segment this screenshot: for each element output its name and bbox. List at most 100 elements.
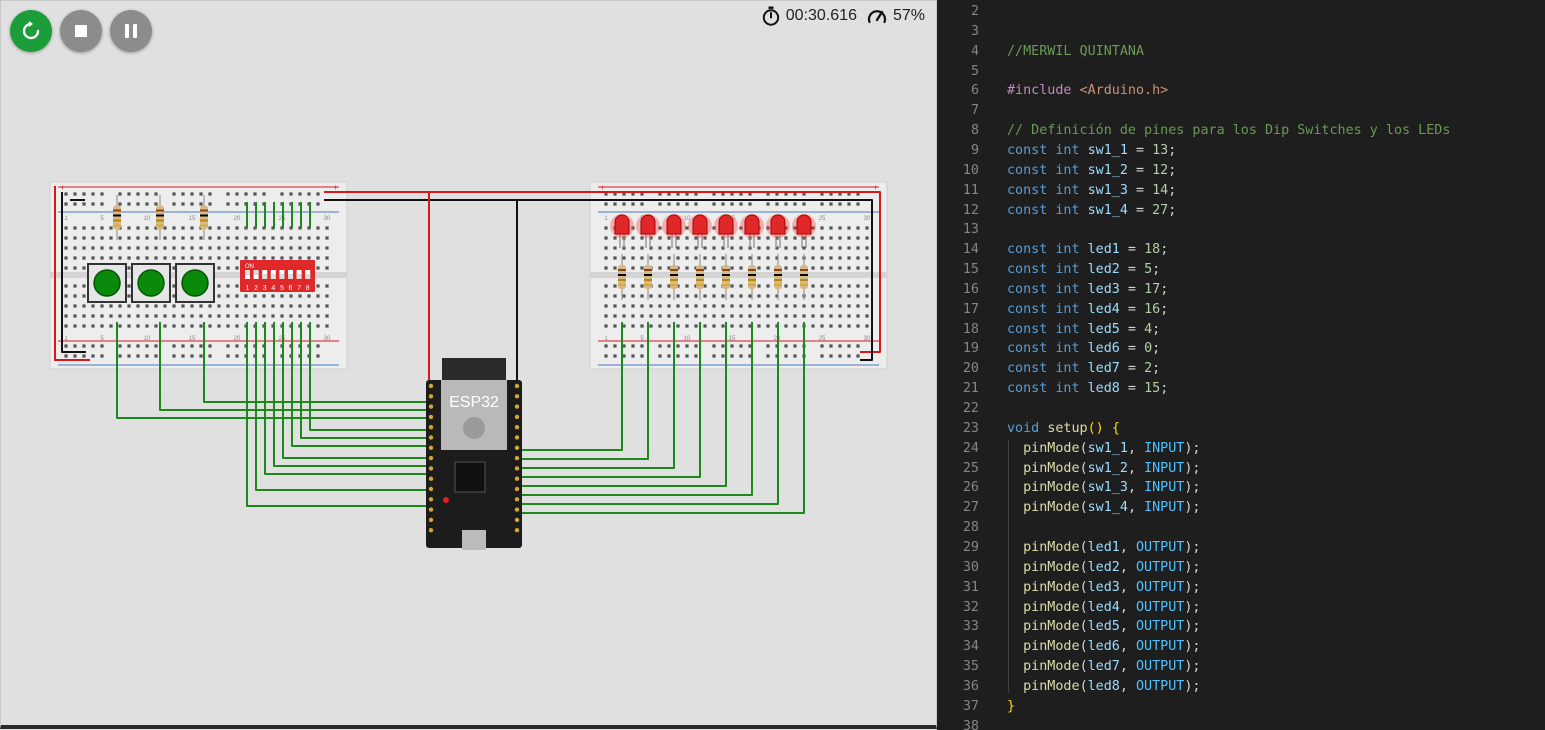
code-text[interactable]: pinMode(led7, OUTPUT); <box>1007 657 1200 677</box>
code-line[interactable]: 25 pinMode(sw1_2, INPUT); <box>937 459 1545 479</box>
code-line[interactable]: 9 const int sw1_1 = 13; <box>937 141 1545 161</box>
code-token: const <box>1007 182 1048 198</box>
restart-button[interactable] <box>10 10 52 52</box>
line-number: 30 <box>962 559 979 575</box>
code-token: , <box>1119 659 1136 675</box>
code-text[interactable]: pinMode(led8, OUTPUT); <box>1007 677 1201 697</box>
code-text[interactable]: pinMode(sw1_2, INPUT); <box>1007 459 1200 479</box>
code-token: sw1_2 <box>1087 460 1128 476</box>
code-line[interactable]: 37} <box>937 697 1545 717</box>
code-token: const <box>1007 162 1048 178</box>
stop-button[interactable] <box>60 10 102 52</box>
led <box>770 214 786 235</box>
code-line[interactable]: 2 <box>937 2 1545 22</box>
code-text[interactable]: pinMode(led1, OUTPUT); <box>1007 538 1200 558</box>
code-line[interactable]: 3 <box>937 22 1545 42</box>
code-text[interactable]: // Definición de pines para los Dip Swit… <box>1007 121 1450 141</box>
esp32-pin <box>514 517 520 523</box>
code-text[interactable]: const int sw1_4 = 27; <box>1007 201 1176 221</box>
line-number: 20 <box>962 361 979 377</box>
code-line[interactable]: 33 pinMode(led5, OUTPUT); <box>937 617 1545 637</box>
code-line[interactable]: 26 pinMode(sw1_3, INPUT); <box>937 478 1545 498</box>
code-line[interactable]: 36 pinMode(led8, OUTPUT); <box>937 677 1545 697</box>
code-text[interactable]: const int sw1_2 = 12; <box>1007 161 1176 181</box>
code-line[interactable]: 6 #include <Arduino.h> <box>937 81 1545 101</box>
code-line[interactable]: 24 pinMode(sw1_1, INPUT); <box>937 439 1545 459</box>
code-editor[interactable]: 2 3 4 //MERWIL QUINTANA 5 6 #include <Arduino.… <box>937 0 1545 730</box>
code-text[interactable]: pinMode(sw1_1, INPUT); <box>1007 439 1200 459</box>
code-text[interactable]: const int led3 = 17; <box>1007 280 1168 300</box>
code-text[interactable]: #include <Arduino.h> <box>1007 81 1168 101</box>
code-line[interactable]: 15 const int led2 = 5; <box>937 260 1545 280</box>
simulation-panel[interactable]: 115510101515202025253030++11551010151520… <box>0 0 937 730</box>
resistor-band <box>774 279 782 281</box>
code-text[interactable]: void setup() { <box>1007 419 1120 439</box>
line-number: 3 <box>970 23 979 39</box>
code-line[interactable]: 12 const int sw1_4 = 27; <box>937 201 1545 221</box>
code-text[interactable]: pinMode(led5, OUTPUT); <box>1007 617 1200 637</box>
code-token: = <box>1119 341 1145 357</box>
resistor-band <box>800 274 808 276</box>
code-line[interactable]: 32 pinMode(led4, OUTPUT); <box>937 598 1545 618</box>
code-text[interactable]: const int led7 = 2; <box>1007 359 1160 379</box>
code-line[interactable]: 7 <box>937 101 1545 121</box>
code-line[interactable]: 10 const int sw1_2 = 12; <box>937 161 1545 181</box>
code-text[interactable]: pinMode(led4, OUTPUT); <box>1007 598 1200 618</box>
code-text[interactable]: //MERWIL QUINTANA <box>1007 42 1144 62</box>
code-token: sw1_3 <box>1087 480 1128 496</box>
circuit-canvas[interactable]: 115510101515202025253030++11551010151520… <box>0 0 937 730</box>
line-number: 16 <box>962 281 979 297</box>
code-token: pinMode <box>1023 579 1080 595</box>
code-line[interactable]: 29 pinMode(led1, OUTPUT); <box>937 538 1545 558</box>
esp32-pin <box>514 528 520 533</box>
esp32-pin <box>514 455 520 461</box>
code-text[interactable]: pinMode(sw1_4, INPUT); <box>1007 498 1200 518</box>
code-text[interactable]: pinMode(led3, OUTPUT); <box>1007 578 1200 598</box>
resistor-band <box>670 284 678 286</box>
rail-plus: + <box>873 183 878 192</box>
code-text[interactable]: const int led4 = 16; <box>1007 300 1168 320</box>
code-text[interactable]: const int led5 = 4; <box>1007 320 1160 340</box>
code-token: ); <box>1184 678 1201 694</box>
code-token: led1 <box>1087 539 1120 555</box>
column-number: 15 <box>189 336 196 342</box>
simulation-stats: 00:30.616 57% <box>762 5 925 27</box>
code-line[interactable]: 16 const int led3 = 17; <box>937 280 1545 300</box>
code-token: pinMode <box>1023 678 1080 694</box>
code-line[interactable]: 21 const int led8 = 15; <box>937 379 1545 399</box>
code-line[interactable]: 4 //MERWIL QUINTANA <box>937 42 1545 62</box>
code-text[interactable]: const int led1 = 18; <box>1007 240 1168 260</box>
code-line[interactable]: 22 <box>937 399 1545 419</box>
code-text[interactable]: pinMode(led6, OUTPUT); <box>1007 637 1200 657</box>
code-text[interactable]: const int led8 = 15; <box>1007 379 1168 399</box>
line-number: 13 <box>962 222 979 238</box>
code-line[interactable]: 20 const int led7 = 2; <box>937 359 1545 379</box>
code-line[interactable]: 8 // Definición de pines para los Dip Swi… <box>937 121 1545 141</box>
code-token: const <box>1007 361 1048 377</box>
code-line[interactable]: 13 <box>937 220 1545 240</box>
code-line[interactable]: 27 pinMode(sw1_4, INPUT); <box>937 498 1545 518</box>
code-line[interactable]: 17 const int led4 = 16; <box>937 300 1545 320</box>
code-text[interactable]: pinMode(led2, OUTPUT); <box>1007 558 1200 578</box>
code-line[interactable]: 34 pinMode(led6, OUTPUT); <box>937 637 1545 657</box>
code-line[interactable]: 28 <box>937 518 1545 538</box>
code-text[interactable]: pinMode(sw1_3, INPUT); <box>1007 478 1200 498</box>
code-line[interactable]: 14 const int led1 = 18; <box>937 240 1545 260</box>
code-line[interactable]: 38 <box>937 717 1545 730</box>
code-line[interactable]: 19 const int led6 = 0; <box>937 339 1545 359</box>
code-line[interactable]: 5 <box>937 62 1545 82</box>
code-text[interactable]: const int sw1_1 = 13; <box>1007 141 1176 161</box>
code-text[interactable]: } <box>1007 697 1015 717</box>
code-line[interactable]: 35 pinMode(led7, OUTPUT); <box>937 657 1545 677</box>
code-line[interactable]: 30 pinMode(led2, OUTPUT); <box>937 558 1545 578</box>
code-text[interactable]: const int led2 = 5; <box>1007 260 1160 280</box>
code-line[interactable]: 31 pinMode(led3, OUTPUT); <box>937 578 1545 598</box>
code-text[interactable]: const int sw1_3 = 14; <box>1007 181 1176 201</box>
line-number: 4 <box>970 43 979 59</box>
pause-button[interactable] <box>110 10 152 52</box>
code-line[interactable]: 11 const int sw1_3 = 14; <box>937 181 1545 201</box>
code-line[interactable]: 18 const int led5 = 4; <box>937 320 1545 340</box>
code-line[interactable]: 23 void setup() { <box>937 419 1545 439</box>
code-text[interactable]: const int led6 = 0; <box>1007 339 1160 359</box>
